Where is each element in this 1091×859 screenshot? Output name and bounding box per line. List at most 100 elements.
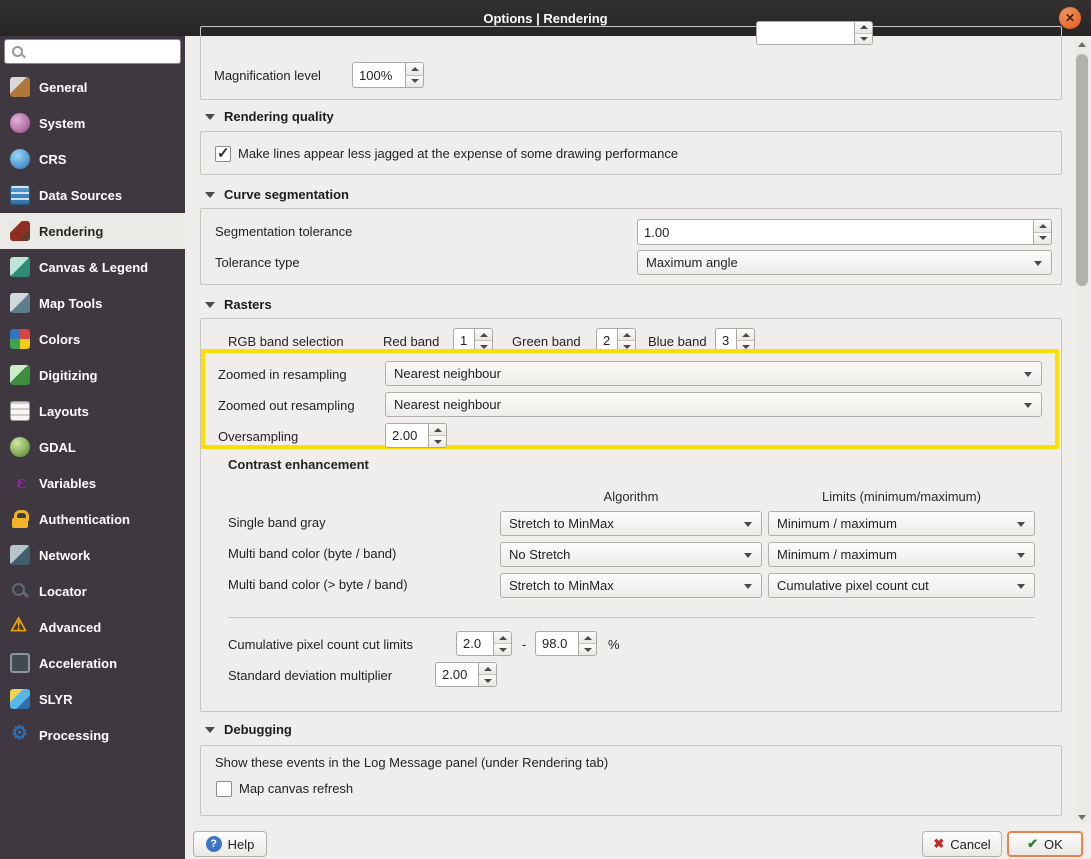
spin-up-icon[interactable] [475,329,492,341]
multi-band-gt-byte-label: Multi band color (> byte / band) [228,577,408,592]
spin-buttons[interactable] [617,328,636,353]
tolerance-type-label: Tolerance type [215,255,300,270]
spin-up-icon[interactable] [494,632,511,644]
spin-down-icon[interactable] [855,33,872,44]
scrollbar-thumb[interactable] [1076,54,1088,286]
magnification-spinbox[interactable]: 100% [352,62,424,88]
sidebar-item-general[interactable]: General [0,69,185,105]
spin-down-icon[interactable] [579,644,596,655]
zoomed-out-resampling-select[interactable]: Nearest neighbour [385,392,1042,417]
spin-down-icon[interactable] [737,341,754,352]
search-box[interactable] [4,39,181,64]
sidebar-item-colors[interactable]: Colors [0,321,185,357]
sidebar-item-data-sources[interactable]: Data Sources [0,177,185,213]
spin-up-icon[interactable] [479,663,496,675]
sidebar-item-digitizing[interactable]: Digitizing [0,357,185,393]
sidebar-item-acceleration[interactable]: Acceleration [0,645,185,681]
multi-band-byte-algorithm-select[interactable]: No Stretch [500,542,762,567]
spin-up-icon[interactable] [579,632,596,644]
sidebar-item-gdal[interactable]: GDAL [0,429,185,465]
sidebar-items: General System CRS Data Sources Renderin… [0,69,185,753]
antialias-checkbox[interactable] [215,144,231,162]
spin-buttons[interactable] [578,631,597,656]
ok-button[interactable]: ✔ OK [1007,831,1083,857]
spin-down-icon[interactable] [429,436,446,447]
zoomed-in-resampling-select[interactable]: Nearest neighbour [385,361,1042,386]
cumulative-max-spinbox[interactable]: 98.0 [535,631,597,656]
spin-down-icon[interactable] [1034,232,1051,244]
vertical-scrollbar[interactable] [1075,38,1089,824]
chip-icon [10,653,30,673]
algorithm-column-header: Algorithm [603,489,659,504]
spin-up-icon[interactable] [1034,220,1051,233]
spin-up-icon[interactable] [429,424,446,436]
spin-up-icon[interactable] [855,22,872,34]
spin-buttons[interactable] [1033,219,1052,245]
sidebar-item-system[interactable]: System [0,105,185,141]
contrast-enhancement-title: Contrast enhancement [228,457,369,472]
scroll-up-icon[interactable] [1075,38,1089,52]
cumulative-cut-limits-label: Cumulative pixel count cut limits [228,637,413,652]
sidebar-item-variables[interactable]: Variables [0,465,185,501]
spin-buttons[interactable] [736,328,755,353]
spin-buttons[interactable] [474,328,493,353]
spin-up-icon[interactable] [618,329,635,341]
tolerance-type-select[interactable]: Maximum angle [637,250,1052,275]
sidebar-item-rendering[interactable]: Rendering [0,213,185,249]
sidebar-item-map-tools[interactable]: Map Tools [0,285,185,321]
spin-buttons[interactable] [478,662,497,687]
blue-band-spinbox[interactable]: 3 [715,328,755,353]
sidebar-item-network[interactable]: Network [0,537,185,573]
multi-band-gt-byte-limits-select[interactable]: Cumulative pixel count cut [768,573,1035,598]
green-band-spinbox[interactable]: 2 [596,328,636,353]
gear-icon [10,724,30,745]
cumulative-min-spinbox[interactable]: 2.0 [456,631,512,656]
stddev-multiplier-label: Standard deviation multiplier [228,668,393,683]
collapse-arrow-icon[interactable] [205,113,215,120]
single-band-gray-limits-select[interactable]: Minimum / maximum [768,511,1035,536]
spin-buttons[interactable] [405,62,424,88]
scroll-down-icon[interactable] [1075,810,1089,824]
spin-up-icon[interactable] [406,63,423,76]
partially-visible-spinbox[interactable] [756,21,873,45]
sidebar-item-layouts[interactable]: Layouts [0,393,185,429]
sidebar-item-label: GDAL [39,439,76,455]
stddev-multiplier-spinbox[interactable]: 2.00 [435,662,497,687]
ok-icon: ✔ [1027,836,1039,851]
single-band-gray-algorithm-select[interactable]: Stretch to MinMax [500,511,762,536]
spin-down-icon[interactable] [494,644,511,655]
spin-buttons[interactable] [493,631,512,656]
spin-down-icon[interactable] [618,341,635,352]
sidebar-item-processing[interactable]: Processing [0,717,185,753]
selected-value: Maximum angle [646,255,738,270]
sidebar-item-label: Layouts [39,403,89,419]
section-title: Curve segmentation [224,187,349,202]
spin-down-icon[interactable] [475,341,492,352]
spin-up-icon[interactable] [737,329,754,341]
help-button[interactable]: ? Help [193,831,267,857]
close-button[interactable]: ✕ [1059,7,1081,29]
collapse-arrow-icon[interactable] [205,301,215,308]
sidebar-item-advanced[interactable]: Advanced [0,609,185,645]
spin-down-icon[interactable] [406,75,423,87]
spin-buttons[interactable] [428,423,447,448]
collapse-arrow-icon[interactable] [205,191,215,198]
sidebar-item-locator[interactable]: Locator [0,573,185,609]
sidebar-item-authentication[interactable]: Authentication [0,501,185,537]
sidebar-item-slyr[interactable]: SLYR [0,681,185,717]
map-canvas-refresh-checkbox[interactable] [216,781,232,797]
search-input[interactable] [26,43,180,60]
cancel-button[interactable]: ✖ Cancel [922,831,1002,857]
oversampling-spinbox[interactable]: 2.00 [385,423,447,448]
wrench-icon [10,77,30,97]
multi-band-byte-limits-select[interactable]: Minimum / maximum [768,542,1035,567]
slyr-layers-icon [10,689,30,709]
spin-down-icon[interactable] [479,675,496,686]
multi-band-gt-byte-algorithm-select[interactable]: Stretch to MinMax [500,573,762,598]
sidebar-item-crs[interactable]: CRS [0,141,185,177]
sidebar-item-canvas-legend[interactable]: Canvas & Legend [0,249,185,285]
red-band-spinbox[interactable]: 1 [453,328,493,353]
spin-buttons[interactable] [854,21,873,45]
segmentation-tolerance-spinbox[interactable]: 1.00 [637,219,1052,245]
collapse-arrow-icon[interactable] [205,726,215,733]
